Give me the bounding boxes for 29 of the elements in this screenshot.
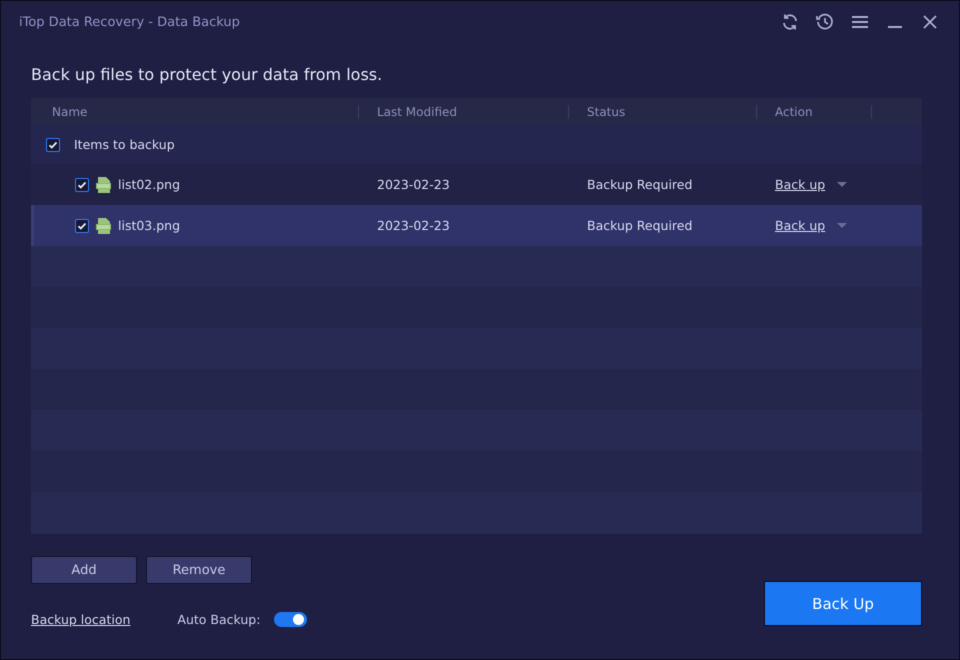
checkbox[interactable] (75, 178, 89, 192)
table-row[interactable]: list02.png 2023-02-23 Backup Required Back up (31, 164, 922, 205)
column-header: Last Modified (359, 104, 569, 118)
table-row[interactable]: list03.png 2023-02-23 Backup Required Back up (31, 205, 922, 246)
back-up-link[interactable]: Back up (775, 177, 826, 192)
checkbox[interactable] (75, 218, 89, 232)
action-button[interactable]: Remove (146, 556, 252, 584)
column-header: Action (757, 104, 872, 118)
png-file-icon (96, 176, 111, 192)
dropdown-caret-icon[interactable] (837, 182, 848, 188)
auto-backup-label: Auto Backup: (177, 612, 260, 627)
status-text: Backup Required (587, 177, 692, 192)
column-header: Status (569, 104, 757, 118)
back-up-link[interactable]: Back up (775, 218, 826, 233)
png-file-icon (96, 218, 111, 234)
back-up-button[interactable]: Back Up (764, 581, 922, 626)
column-header: Name (34, 104, 359, 118)
window-title: iTop Data Recovery - Data Backup (19, 14, 241, 30)
status-text: Backup Required (587, 218, 692, 233)
group-label: Items to backup (74, 137, 175, 152)
file-name: list02.png (118, 177, 180, 192)
file-name: list03.png (118, 218, 180, 233)
auto-backup-toggle[interactable] (274, 612, 308, 627)
modified-date: 2023-02-23 (377, 177, 450, 192)
checkbox[interactable] (46, 138, 60, 152)
page-heading: Back up files to protect your data from loss. (31, 65, 384, 84)
backup-location-link[interactable]: Backup location (31, 612, 130, 627)
modified-date: 2023-02-23 (377, 218, 450, 233)
action-button[interactable]: Add (31, 556, 137, 584)
